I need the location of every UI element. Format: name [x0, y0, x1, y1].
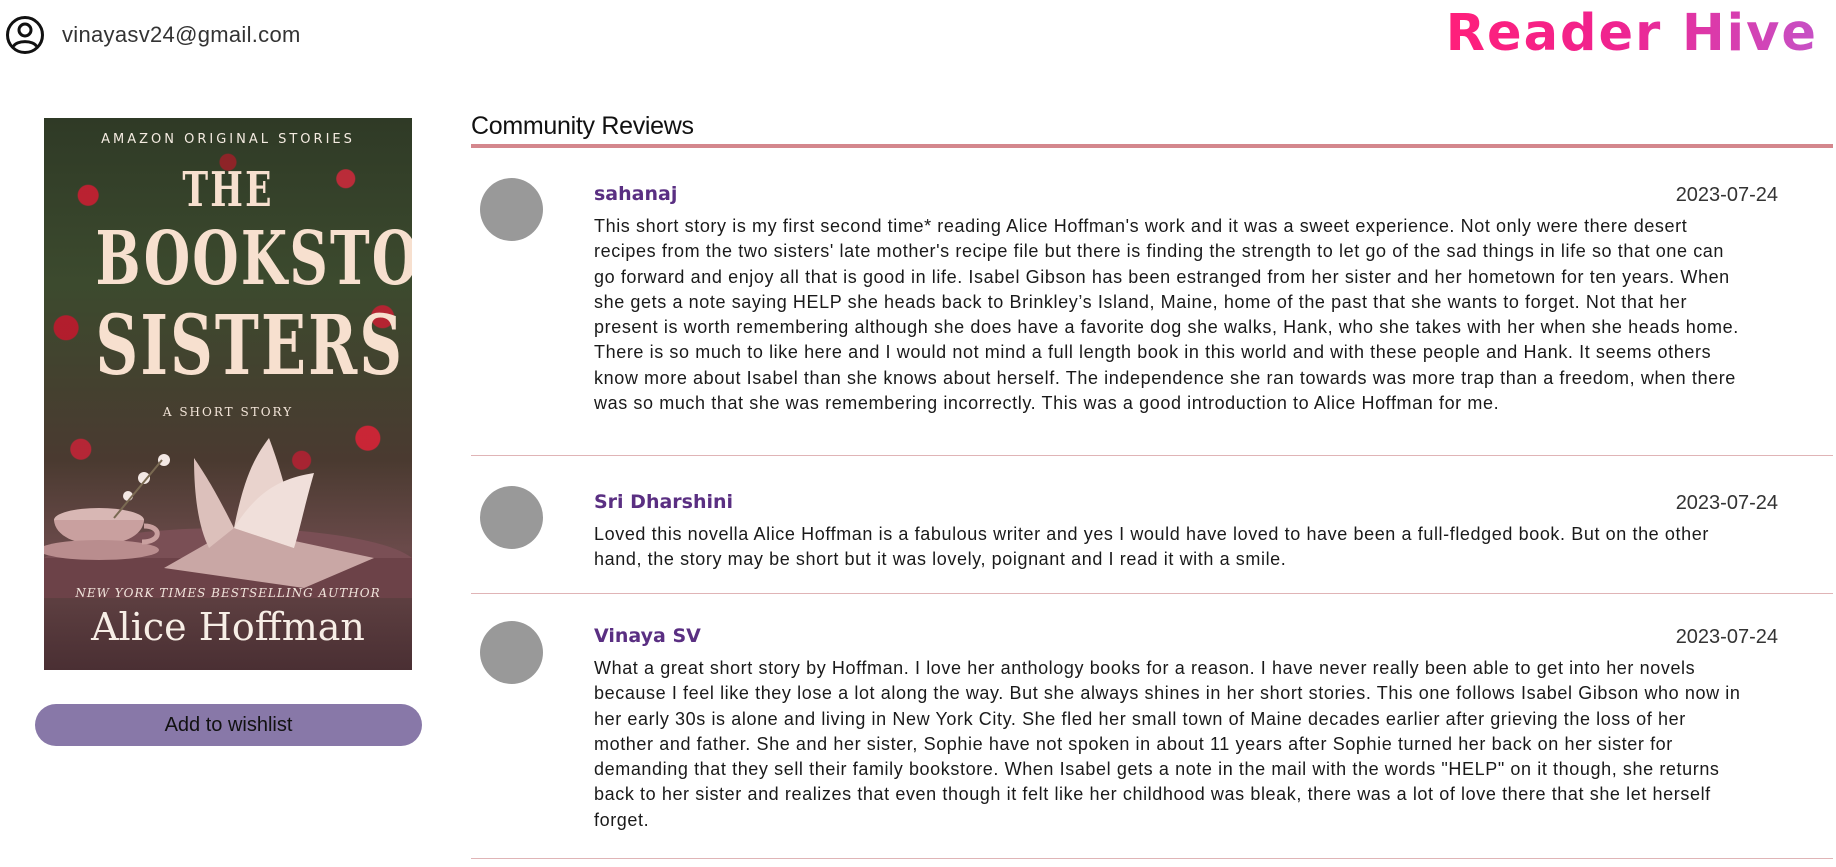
cover-title-line3: SISTERS — [95, 298, 405, 394]
user-circle-icon[interactable] — [5, 15, 45, 55]
review-text: What a great short story by Hoffman. I l… — [594, 658, 1741, 830]
review-text: This short story is my first second time… — [594, 216, 1739, 414]
review-item: sahanaj 2023-07-24 This short story is m… — [471, 148, 1833, 456]
reviewer-name[interactable]: Vinaya SV — [594, 625, 701, 647]
cover-title-line1: THE — [182, 162, 274, 218]
avatar — [480, 178, 543, 241]
brand-logo[interactable]: Reader Hive — [1446, 4, 1818, 63]
user-email: vinayasv24@gmail.com — [62, 22, 301, 47]
reviews-heading: Community Reviews — [471, 112, 1833, 148]
book-cover: AMAZON ORIGINAL STORIES THE BOOKSTORE SI… — [44, 118, 412, 670]
review-text: Loved this novella Alice Hoffman is a fa… — [594, 524, 1709, 570]
avatar — [480, 486, 543, 549]
reviewer-name[interactable]: sahanaj — [594, 183, 677, 205]
review-date: 2023-07-24 — [1675, 626, 1778, 648]
add-to-wishlist-button[interactable]: Add to wishlist — [35, 704, 422, 746]
review-date: 2023-07-24 — [1675, 492, 1778, 514]
teacup-and-open-book-illustration — [44, 438, 412, 598]
user-account[interactable]: vinayasv24@gmail.com — [5, 15, 301, 55]
review-item: Vinaya SV 2023-07-24 What a great short … — [471, 594, 1833, 859]
avatar — [480, 621, 543, 684]
review-date: 2023-07-24 — [1675, 184, 1778, 206]
community-reviews-section: Community Reviews sahanaj 2023-07-24 Thi… — [471, 112, 1833, 859]
cover-series-label: AMAZON ORIGINAL STORIES — [101, 132, 355, 147]
cover-tagline: NEW YORK TIMES BESTSELLING AUTHOR — [75, 586, 381, 600]
cover-author: Alice Hoffman — [91, 605, 365, 649]
cover-subtitle: A SHORT STORY — [162, 405, 294, 419]
review-item: Sri Dharshini 2023-07-24 Loved this nove… — [471, 456, 1833, 594]
cover-title-line2: BOOKSTORE — [95, 216, 412, 302]
reviewer-name[interactable]: Sri Dharshini — [594, 491, 733, 513]
